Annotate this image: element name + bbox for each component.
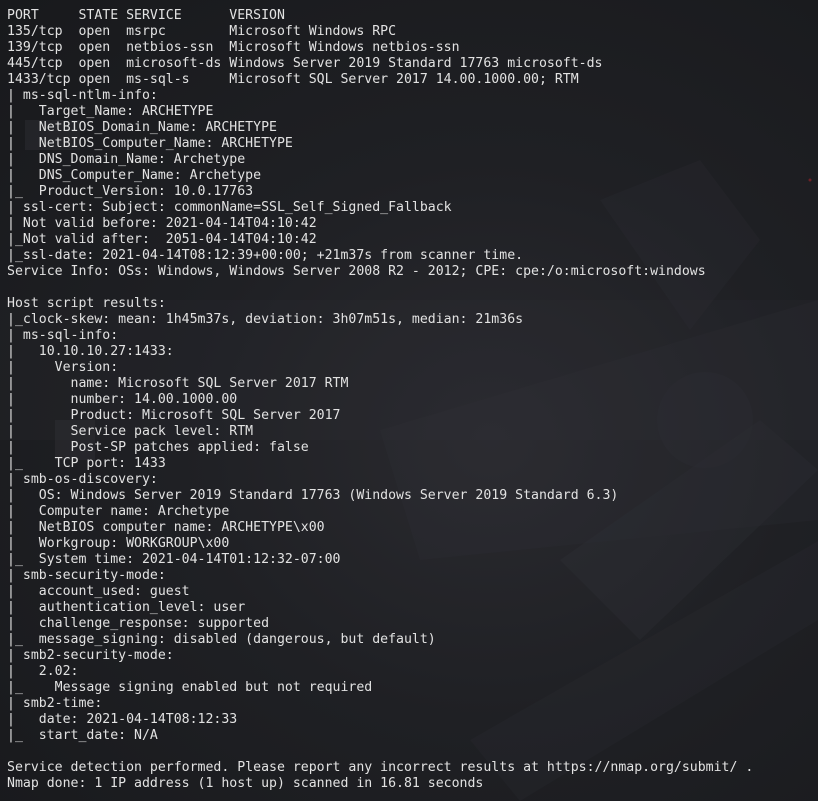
terminal-line: | date: 2021-04-14T08:12:33 (7, 712, 238, 727)
terminal-line: | ms-sql-ntlm-info: (7, 88, 158, 103)
terminal-line: | Version: (7, 360, 119, 375)
terminal-line: | authentication_level: user (7, 600, 246, 615)
terminal-line: |_ start_date: N/A (7, 728, 158, 743)
terminal-line: |_ Product_Version: 10.0.17763 (7, 184, 254, 199)
terminal-line: 139/tcp open netbios-ssn Microsoft Windo… (7, 40, 460, 55)
terminal-line: |_ message_signing: disabled (dangerous,… (7, 632, 436, 647)
nmap-output: PORT STATE SERVICE VERSION 135/tcp open m… (7, 8, 753, 792)
terminal-line: 1433/tcp open ms-sql-s Microsoft SQL Ser… (7, 72, 579, 87)
terminal-line: Host script results: (7, 296, 166, 311)
terminal-line: | smb2-security-mode: (7, 648, 174, 663)
terminal-line: | OS: Windows Server 2019 Standard 17763… (7, 488, 619, 503)
terminal-line: | DNS_Computer_Name: Archetype (7, 168, 262, 183)
terminal-line: |_clock-skew: mean: 1h45m37s, deviation:… (7, 312, 524, 327)
terminal-line: |_Not valid after: 2051-04-14T04:10:42 (7, 232, 317, 247)
terminal-line: | NetBIOS_Computer_Name: ARCHETYPE (7, 136, 293, 151)
terminal-line: PORT STATE SERVICE VERSION (7, 8, 285, 23)
terminal-line: | NetBIOS computer name: ARCHETYPE\x00 (7, 520, 325, 535)
terminal-line: 445/tcp open microsoft-ds Windows Server… (7, 56, 603, 71)
terminal-line: | Target_Name: ARCHETYPE (7, 104, 214, 119)
terminal-line: Nmap done: 1 IP address (1 host up) scan… (7, 776, 484, 791)
terminal-line: | DNS_Domain_Name: Archetype (7, 152, 246, 167)
terminal-line: | 2.02: (7, 664, 79, 679)
terminal-line: Service Info: OSs: Windows, Windows Serv… (7, 264, 706, 279)
terminal-line: |_ System time: 2021-04-14T01:12:32-07:0… (7, 552, 341, 567)
terminal-line: | account_used: guest (7, 584, 190, 599)
terminal-line: | smb2-time: (7, 696, 103, 711)
terminal-line: | Post-SP patches applied: false (7, 440, 309, 455)
terminal-line: | 10.10.10.27:1433: (7, 344, 174, 359)
terminal-line: | ms-sql-info: (7, 328, 119, 343)
terminal-line: |_ Message signing enabled but not requi… (7, 680, 373, 695)
terminal-line: | NetBIOS_Domain_Name: ARCHETYPE (7, 120, 277, 135)
terminal-line: |_ssl-date: 2021-04-14T08:12:39+00:00; +… (7, 248, 524, 263)
terminal-line: 135/tcp open msrpc Microsoft Windows RPC (7, 24, 397, 39)
terminal-line: | Workgroup: WORKGROUP\x00 (7, 536, 230, 551)
terminal-line: Service detection performed. Please repo… (7, 760, 754, 775)
terminal-line: | challenge_response: supported (7, 616, 270, 631)
terminal-line: | smb-os-discovery: (7, 472, 158, 487)
terminal-line: | number: 14.00.1000.00 (7, 392, 238, 407)
terminal-line: | Service pack level: RTM (7, 424, 254, 439)
red-dot-accent (808, 178, 812, 182)
terminal-window[interactable]: PORT STATE SERVICE VERSION 135/tcp open m… (0, 0, 818, 801)
terminal-line: | name: Microsoft SQL Server 2017 RTM (7, 376, 349, 391)
terminal-line: | ssl-cert: Subject: commonName=SSL_Self… (7, 200, 452, 215)
terminal-line: |_ TCP port: 1433 (7, 456, 166, 471)
terminal-line: | Not valid before: 2021-04-14T04:10:42 (7, 216, 317, 231)
terminal-line: | Product: Microsoft SQL Server 2017 (7, 408, 341, 423)
terminal-line: | smb-security-mode: (7, 568, 166, 583)
terminal-line: | Computer name: Archetype (7, 504, 230, 519)
